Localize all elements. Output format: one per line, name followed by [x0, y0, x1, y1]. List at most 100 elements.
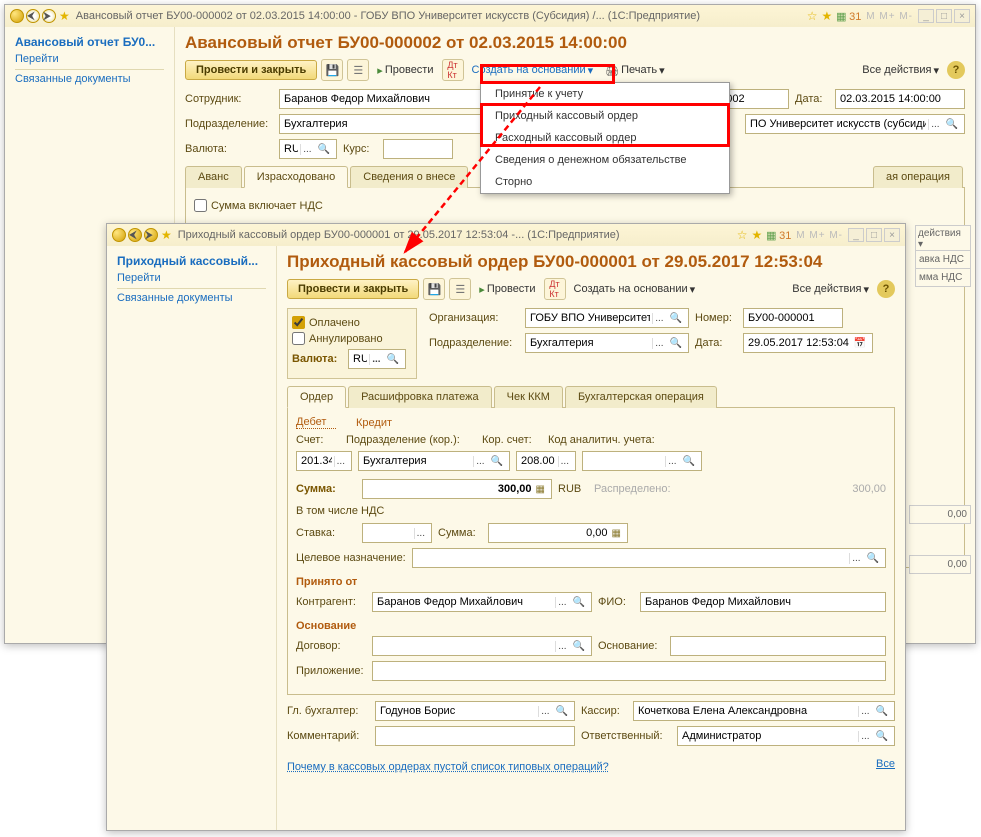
sidebar-goto-2[interactable]: Перейти: [117, 268, 266, 289]
all-actions-button-2[interactable]: Все действия ▾: [788, 281, 873, 298]
dk-icon[interactable]: ДтКт: [442, 59, 464, 81]
cor-account-field[interactable]: ...: [516, 451, 576, 471]
favorite-icon-2[interactable]: ★: [161, 228, 172, 242]
paid-checkbox[interactable]: Оплачено: [292, 316, 412, 329]
sidebar-linked-1[interactable]: Связанные документы: [15, 70, 164, 88]
contract-field[interactable]: ...🔍: [372, 636, 592, 656]
attachment-field[interactable]: [372, 661, 886, 681]
window-controls-1: _□×: [917, 9, 971, 23]
dk-icon-2[interactable]: ДтКт: [544, 278, 566, 300]
doc-icon-2[interactable]: ☰: [449, 278, 471, 300]
dept-label: Подразделение:: [185, 118, 273, 130]
print-button[interactable]: 🖨 Печать ▾: [601, 62, 669, 79]
tabs-2: Ордер Расшифровка платежа Чек ККМ Бухгал…: [287, 385, 895, 408]
sum-field[interactable]: ▦: [362, 479, 552, 499]
memory-buttons-1[interactable]: M M+ M-: [862, 11, 917, 22]
help-icon-1[interactable]: ?: [947, 61, 965, 79]
post-and-close-button[interactable]: Провести и закрыть: [185, 60, 317, 80]
bg-val-1: 0,00: [909, 505, 971, 524]
app-icon: [10, 9, 24, 23]
nav-fwd-icon[interactable]: ⮞: [42, 9, 56, 23]
bg-col-header-1: авка НДС: [915, 250, 971, 269]
tab-operation[interactable]: ая операция: [873, 166, 963, 188]
toolbar-2: Провести и закрыть 💾 ☰ ▸Провести ДтКт Со…: [287, 278, 895, 300]
main-2: Приходный кассовый ордер БУ00-000001 от …: [277, 246, 905, 830]
save-icon-2[interactable]: 💾: [423, 278, 445, 300]
doc-heading-1: Авансовый отчет БУ00-000002 от 02.03.201…: [185, 33, 965, 53]
doc-icon[interactable]: ☰: [347, 59, 369, 81]
org-field[interactable]: ...🔍: [745, 114, 965, 134]
accountant-field[interactable]: ...🔍: [375, 701, 575, 721]
close-button-2[interactable]: ×: [884, 228, 900, 242]
calc-icon[interactable]: ▦: [534, 484, 547, 495]
sidebar-title-2: Приходный кассовый...: [117, 254, 266, 268]
save-icon[interactable]: 💾: [321, 59, 343, 81]
memory-buttons-2[interactable]: M M+ M-: [792, 230, 847, 241]
fio-field[interactable]: [640, 592, 886, 612]
date-field[interactable]: [835, 89, 965, 109]
annulled-checkbox[interactable]: Аннулировано: [292, 332, 412, 345]
sidebar-linked-2[interactable]: Связанные документы: [117, 289, 266, 307]
received-from-heading: Принято от: [296, 576, 886, 588]
minimize-button-2[interactable]: _: [848, 228, 864, 242]
currency-field-2[interactable]: ...🔍: [348, 349, 406, 369]
basis-field[interactable]: [670, 636, 886, 656]
nav-fwd-icon-2[interactable]: ⮞: [144, 228, 158, 242]
post-button-2[interactable]: ▸Провести: [475, 281, 539, 298]
bg-val-2: 0,00: [909, 555, 971, 574]
titlebar-1: ⮜ ⮞ ★ Авансовый отчет БУ00-000002 от 02.…: [5, 5, 975, 27]
org-field-2[interactable]: ...🔍: [525, 308, 689, 328]
date-field-2[interactable]: 📅: [743, 333, 873, 353]
basis-heading: Основание: [296, 620, 886, 632]
responsible-field[interactable]: ...🔍: [677, 726, 895, 746]
window-cash-order: ⮜ ⮞ ★ Приходный кассовый ордер БУ00-0000…: [106, 223, 906, 831]
rate-label: Курс:: [343, 143, 377, 155]
tab-order[interactable]: Ордер: [287, 386, 346, 408]
nav-back-icon[interactable]: ⮜: [26, 9, 40, 23]
maximize-button[interactable]: □: [936, 9, 952, 23]
star2-icon[interactable]: ☆: [807, 9, 818, 23]
all-link[interactable]: Все: [876, 758, 895, 770]
all-actions-button-1[interactable]: Все действия ▾: [858, 62, 943, 79]
star3-icon[interactable]: ★: [822, 9, 833, 23]
close-button[interactable]: ×: [954, 9, 970, 23]
contragent-field[interactable]: ...🔍: [372, 592, 592, 612]
maximize-button-2[interactable]: □: [866, 228, 882, 242]
sidebar-goto-1[interactable]: Перейти: [15, 49, 164, 70]
create-based-button[interactable]: Создать на основании ▾: [468, 62, 598, 79]
analytic-field[interactable]: ...🔍: [582, 451, 702, 471]
number-field-2[interactable]: [743, 308, 843, 328]
red-arrow: [390, 82, 550, 262]
tab-accounting-op[interactable]: Бухгалтерская операция: [565, 386, 717, 408]
date-label: Дата:: [795, 93, 829, 105]
tab-spent[interactable]: Израсходовано: [244, 166, 349, 188]
calendar-icon[interactable]: 📅: [852, 338, 868, 349]
vat-rate-field[interactable]: ...: [362, 523, 432, 543]
nav-back-icon-2[interactable]: ⮜: [128, 228, 142, 242]
dept-cor-field[interactable]: ...🔍: [358, 451, 510, 471]
vat-sum-field[interactable]: ▦: [488, 523, 628, 543]
help-link[interactable]: Почему в кассовых ордерах пустой список …: [287, 755, 609, 773]
cashier-field[interactable]: ...🔍: [633, 701, 895, 721]
account-field[interactable]: ...: [296, 451, 352, 471]
toolbar-icons-1: ▦31: [834, 10, 862, 23]
tab-body-order: Дебет Кредит Счет: Подразделение (кор.):…: [287, 408, 895, 695]
currency-field[interactable]: ...🔍: [279, 139, 337, 159]
tab-advance[interactable]: Аванс: [185, 166, 242, 188]
sidebar-2: Приходный кассовый... Перейти Связанные …: [107, 246, 277, 830]
target-field[interactable]: ...🔍: [412, 548, 886, 568]
post-button[interactable]: ▸Провести: [373, 62, 437, 79]
bg-peek-actions: действия ▾: [915, 225, 971, 253]
employee-label: Сотрудник:: [185, 93, 273, 105]
tab-payment-detail[interactable]: Расшифровка платежа: [348, 386, 492, 408]
help-icon-2[interactable]: ?: [877, 280, 895, 298]
minimize-button[interactable]: _: [918, 9, 934, 23]
dept-field-2[interactable]: ...🔍: [525, 333, 689, 353]
post-and-close-button-2[interactable]: Провести и закрыть: [287, 279, 419, 299]
comment-field[interactable]: [375, 726, 575, 746]
tab-receipt[interactable]: Чек ККМ: [494, 386, 563, 408]
toolbar-1: Провести и закрыть 💾 ☰ ▸Провести ДтКт Со…: [185, 59, 965, 81]
favorite-icon[interactable]: ★: [59, 9, 70, 23]
vat-included-checkbox[interactable]: Сумма включает НДС: [194, 199, 956, 212]
create-based-button-2[interactable]: Создать на основании ▾: [570, 281, 700, 298]
